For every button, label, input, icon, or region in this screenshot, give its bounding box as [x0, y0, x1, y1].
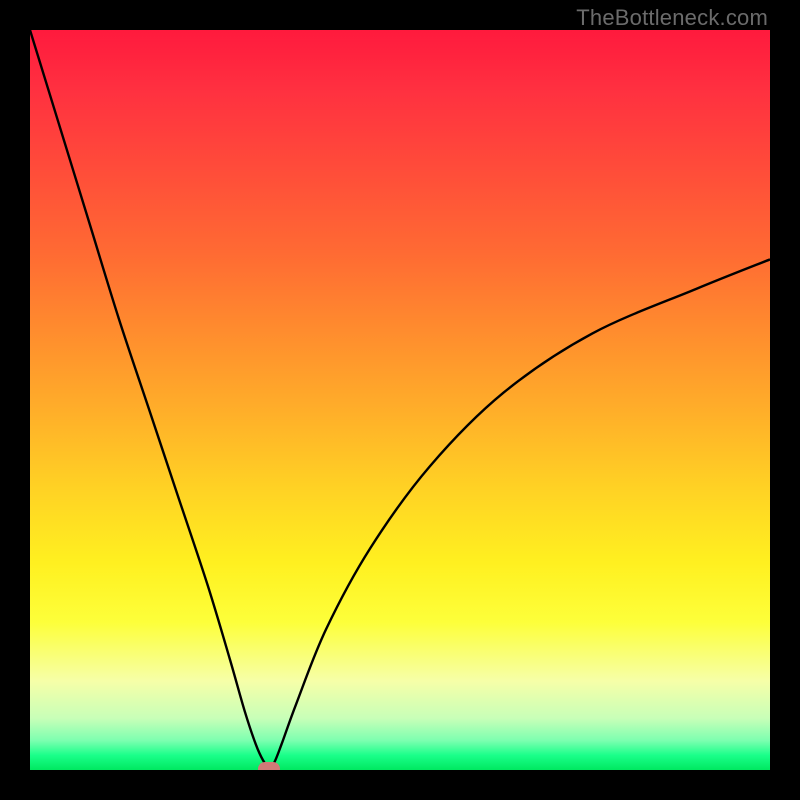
plot-area — [30, 30, 770, 770]
optimum-marker — [258, 762, 280, 770]
curve-path — [30, 30, 770, 767]
watermark-text: TheBottleneck.com — [576, 5, 768, 31]
chart-frame: TheBottleneck.com — [0, 0, 800, 800]
bottleneck-curve — [30, 30, 770, 770]
